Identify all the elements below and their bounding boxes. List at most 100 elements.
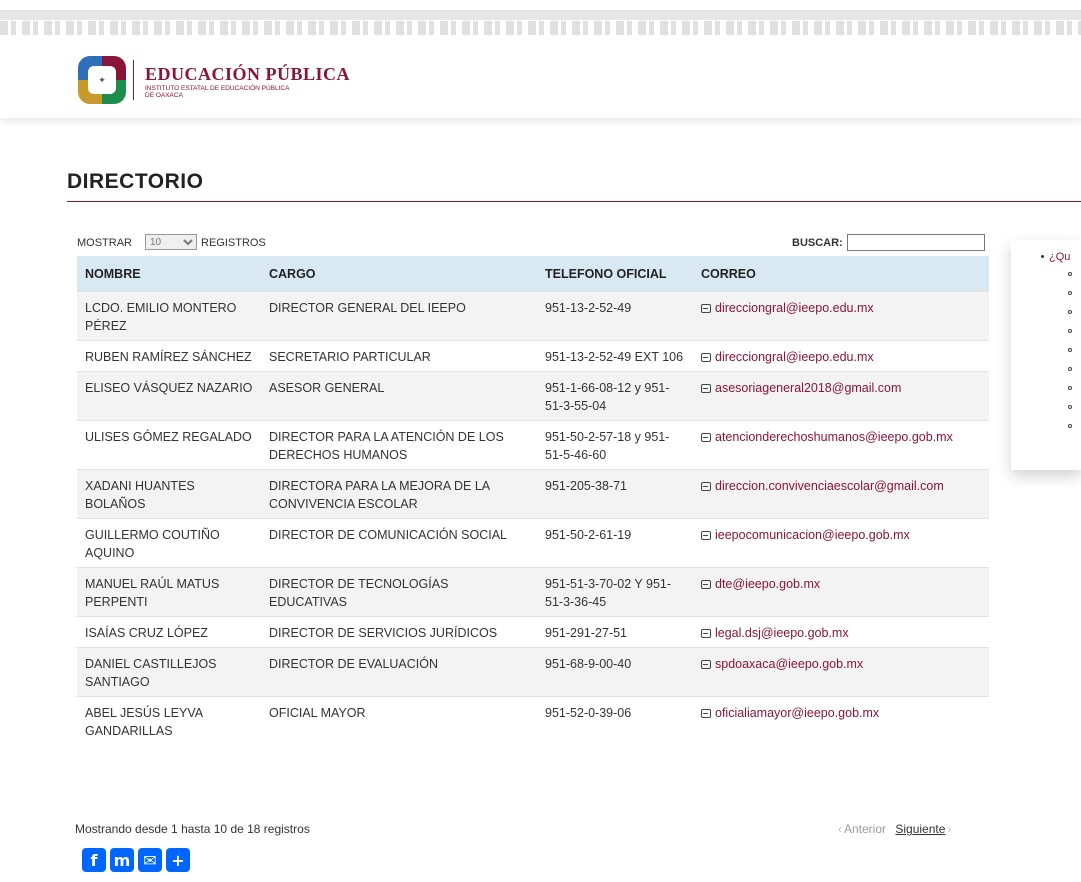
mail-icon: [701, 580, 711, 589]
mail-icon: [701, 433, 711, 442]
email-link[interactable]: oficialiamayor@ieepo.gob.mx: [715, 706, 879, 720]
top-grey-strip: [0, 10, 1081, 20]
ring-bullet-icon: [1068, 291, 1072, 295]
chevron-right-icon: ›: [947, 822, 952, 836]
page-size-select[interactable]: 10: [145, 234, 197, 250]
mastodon-icon[interactable]: m: [110, 848, 134, 872]
cell-correo: direcciongral@ieepo.edu.mx: [693, 291, 989, 341]
cell-cargo: SECRETARIO PARTICULAR: [261, 340, 537, 372]
cell-correo: dte@ieepo.gob.mx: [693, 567, 989, 617]
email-link[interactable]: dte@ieepo.gob.mx: [715, 577, 820, 591]
table-controls: MOSTRAR 10 REGISTROS BUSCAR:: [77, 234, 989, 254]
cell-nombre: GUILLERMO COUTIÑO AQUINO: [77, 518, 261, 568]
cell-cargo: DIRECTOR GENERAL DEL IEEPO: [261, 291, 537, 341]
cell-telefono: 951-50-2-57-18 y 951-51-5-46-60: [537, 420, 693, 470]
previous-button[interactable]: Anterior: [844, 822, 886, 836]
cell-cargo: DIRECTOR DE EVALUACIÓN: [261, 647, 537, 697]
cell-nombre: DANIEL CASTILLEJOS SANTIAGO: [77, 647, 261, 697]
cell-telefono: 951-13-2-52-49 EXT 106: [537, 340, 693, 372]
bullet-icon: [1041, 255, 1044, 258]
ring-bullet-icon: [1068, 348, 1072, 352]
email-link[interactable]: ieepocomunicacion@ieepo.gob.mx: [715, 528, 910, 542]
cell-nombre: ELISEO VÁSQUEZ NAZARIO: [77, 371, 261, 421]
email-link[interactable]: direccion.convivenciaescolar@gmail.com: [715, 479, 944, 493]
title-divider: [67, 201, 1081, 202]
show-label: MOSTRAR: [77, 237, 132, 249]
cell-correo: oficialiamayor@ieepo.gob.mx: [693, 696, 989, 745]
cell-telefono: 951-205-38-71: [537, 469, 693, 519]
brand-subtitle: INSTITUTO ESTATAL DE EDUCACIÓN PÚBLICA D…: [145, 85, 289, 99]
table-row: ULISES GÓMEZ REGALADO DIRECTOR PARA LA AT…: [77, 420, 989, 470]
mail-icon: [701, 482, 711, 491]
ring-bullet-icon: [1068, 386, 1072, 390]
mail-icon: [701, 384, 711, 393]
logo-divider: [133, 60, 134, 100]
table-row: DANIEL CASTILLEJOS SANTIAGO DIRECTOR DE E…: [77, 647, 989, 697]
email-link[interactable]: direcciongral@ieepo.edu.mx: [715, 350, 874, 364]
site-header: ✦ EDUCACIÓN PÚBLICA INSTITUTO ESTATAL DE…: [0, 40, 1081, 118]
cell-telefono: 951-52-0-39-06: [537, 696, 693, 745]
column-header-correo[interactable]: CORREO: [693, 256, 989, 292]
ring-bullet-icon: [1068, 405, 1072, 409]
cell-telefono: 951-50-2-61-19: [537, 518, 693, 568]
email-link[interactable]: asesoriageneral2018@gmail.com: [715, 381, 901, 395]
cell-correo: legal.dsj@ieepo.gob.mx: [693, 616, 989, 648]
cell-cargo: DIRECTORA PARA LA MEJORA DE LA CONVIVENC…: [261, 469, 537, 519]
cell-nombre: XADANI HUANTES BOLAÑOS: [77, 469, 261, 519]
cell-nombre: ABEL JESÚS LEYVA GANDARILLAS: [77, 696, 261, 745]
search-input[interactable]: [847, 234, 985, 251]
table-header-row: NOMBRE CARGO TELEFONO OFICIAL CORREO: [77, 256, 989, 292]
next-button[interactable]: Siguiente: [895, 822, 945, 836]
cell-nombre: LCDO. EMILIO MONTERO PÉREZ: [77, 291, 261, 341]
cell-correo: atencionderechoshumanos@ieepo.gob.mx: [693, 420, 989, 470]
table-row: ELISEO VÁSQUEZ NAZARIO ASESOR GENERAL 951-…: [77, 371, 989, 421]
mail-icon: [701, 531, 711, 540]
cell-cargo: ASESOR GENERAL: [261, 371, 537, 421]
cell-cargo: DIRECTOR DE COMUNICACIÓN SOCIAL: [261, 518, 537, 568]
facebook-icon[interactable]: f: [82, 848, 106, 872]
greca-pattern: [0, 21, 1081, 35]
table-row: RUBEN RAMÍREZ SÁNCHEZ SECRETARIO PARTICUL…: [77, 340, 989, 372]
records-label: REGISTROS: [201, 237, 266, 249]
table-row: GUILLERMO COUTIÑO AQUINO DIRECTOR DE COMU…: [77, 518, 989, 568]
email-icon[interactable]: ✉: [138, 848, 162, 872]
email-link[interactable]: legal.dsj@ieepo.gob.mx: [715, 626, 849, 640]
cell-cargo: DIRECTOR DE TECNOLOGÍAS EDUCATIVAS: [261, 567, 537, 617]
column-header-telefono[interactable]: TELEFONO OFICIAL: [537, 256, 693, 292]
page-title: DIRECTORIO: [67, 170, 204, 193]
add-share-icon[interactable]: +: [166, 848, 190, 872]
directory-table: NOMBRE CARGO TELEFONO OFICIAL CORREO LCD…: [77, 256, 989, 745]
ieepo-logo-icon[interactable]: ✦: [78, 56, 126, 104]
cell-cargo: DIRECTOR PARA LA ATENCIÓN DE LOS DERECHO…: [261, 420, 537, 470]
cell-cargo: DIRECTOR DE SERVICIOS JURÍDICOS: [261, 616, 537, 648]
table-row: MANUEL RAÚL MATUS PERPENTI DIRECTOR DE TE…: [77, 567, 989, 617]
column-header-cargo[interactable]: CARGO: [261, 256, 537, 292]
brand-title[interactable]: EDUCACIÓN PÚBLICA: [145, 64, 350, 85]
cell-telefono: 951-291-27-51: [537, 616, 693, 648]
cell-telefono: 951-1-66-08-12 y 951-51-3-55-04: [537, 371, 693, 421]
email-link[interactable]: direcciongral@ieepo.edu.mx: [715, 301, 874, 315]
column-header-nombre[interactable]: NOMBRE: [77, 256, 261, 292]
table-row: XADANI HUANTES BOLAÑOS DIRECTORA PARA LA …: [77, 469, 989, 519]
search-label: BUSCAR:: [792, 237, 843, 249]
ring-bullet-icon: [1068, 329, 1072, 333]
logo-inner: ✦: [88, 66, 116, 94]
cell-nombre: RUBEN RAMÍREZ SÁNCHEZ: [77, 340, 261, 372]
side-menu-panel: ¿Qu: [1011, 240, 1081, 470]
mail-icon: [701, 709, 711, 718]
table-row: ISAÍAS CRUZ LÓPEZ DIRECTOR DE SERVICIOS J…: [77, 616, 989, 648]
mail-icon: [701, 660, 711, 669]
side-menu-link[interactable]: ¿Qu: [1049, 251, 1070, 263]
mail-icon: [701, 304, 711, 313]
cell-nombre: ULISES GÓMEZ REGALADO: [77, 420, 261, 470]
cell-correo: ieepocomunicacion@ieepo.gob.mx: [693, 518, 989, 568]
email-link[interactable]: spdoaxaca@ieepo.gob.mx: [715, 657, 863, 671]
table-info: Mostrando desde 1 hasta 10 de 18 registr…: [75, 822, 310, 836]
top-decorative-band: [0, 0, 1081, 40]
cell-correo: direccion.convivenciaescolar@gmail.com: [693, 469, 989, 519]
ring-bullet-icon: [1068, 367, 1072, 371]
cell-correo: direcciongral@ieepo.edu.mx: [693, 340, 989, 372]
table-row: ABEL JESÚS LEYVA GANDARILLAS OFICIAL MAYO…: [77, 696, 989, 745]
chevron-left-icon: ‹: [838, 822, 842, 836]
email-link[interactable]: atencionderechoshumanos@ieepo.gob.mx: [715, 430, 953, 444]
